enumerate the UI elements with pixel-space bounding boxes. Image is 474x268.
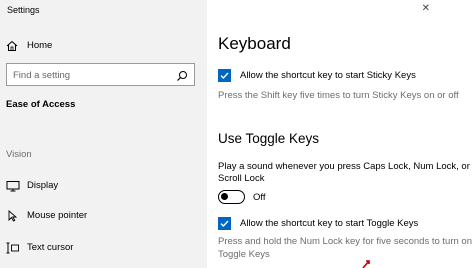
search-icon[interactable] (176, 69, 188, 81)
sticky-keys-shortcut-checkbox[interactable] (218, 69, 231, 82)
toggle-knob (221, 193, 228, 200)
home-label: Home (27, 39, 53, 51)
checkmark-icon (220, 220, 229, 228)
sidebar-item-label: Text cursor (27, 241, 74, 253)
sticky-keys-shortcut-label: Allow the shortcut key to start Sticky K… (240, 70, 416, 81)
toggle-keys-switch-row[interactable]: Off (218, 190, 266, 204)
home-nav-item[interactable]: Home (6, 38, 52, 52)
sidebar-item-text-cursor[interactable]: Text cursor (6, 240, 73, 254)
home-icon (6, 39, 18, 51)
toggle-keys-switch[interactable] (218, 190, 245, 204)
sidebar-item-label: Mouse pointer (27, 209, 88, 221)
sidebar-item-display[interactable]: Display (6, 178, 58, 192)
toggle-keys-state: Off (253, 191, 266, 203)
toggle-keys-description-line2: Toggle Keys (218, 248, 270, 260)
toggle-keys-shortcut-checkbox-row[interactable]: Allow the shortcut key to start Toggle K… (218, 217, 418, 230)
toggle-keys-heading: Use Toggle Keys (218, 131, 320, 146)
toggle-keys-sound-text-line1: Play a sound whenever you press Caps Loc… (218, 161, 470, 172)
sidebar: Settings Home Ease of Access Vision Disp… (0, 0, 207, 268)
red-annotation-arrow-icon (362, 260, 370, 268)
display-icon (6, 179, 20, 192)
sidebar-item-label: Display (27, 179, 59, 191)
text-cursor-icon (6, 241, 20, 254)
mouse-pointer-icon (6, 209, 20, 222)
sticky-keys-description: Press the Shift key five times to turn S… (218, 90, 459, 101)
page-title: Keyboard (218, 34, 291, 53)
search-box[interactable] (6, 63, 195, 86)
toggle-keys-sound-text-line2: Scroll Lock (218, 173, 265, 184)
section-header: Ease of Access (6, 99, 76, 110)
checkmark-icon (220, 72, 229, 80)
toggle-keys-sound-text: Play a sound whenever you press Caps Loc… (218, 161, 470, 185)
main-content: Keyboard Allow the shortcut key to start… (207, 0, 474, 268)
app-title: Settings (7, 5, 40, 15)
sticky-keys-shortcut-checkbox-row[interactable]: Allow the shortcut key to start Sticky K… (218, 69, 416, 82)
sidebar-item-mouse-pointer[interactable]: Mouse pointer (6, 208, 87, 222)
search-input[interactable] (13, 68, 173, 82)
toggle-keys-description: Press and hold the Num Lock key for five… (218, 236, 472, 261)
toggle-keys-description-line1: Press and hold the Num Lock key for five… (218, 236, 472, 247)
group-label-vision: Vision (6, 149, 32, 160)
toggle-keys-shortcut-label: Allow the shortcut key to start Toggle K… (240, 218, 419, 229)
toggle-keys-shortcut-checkbox[interactable] (218, 217, 231, 230)
